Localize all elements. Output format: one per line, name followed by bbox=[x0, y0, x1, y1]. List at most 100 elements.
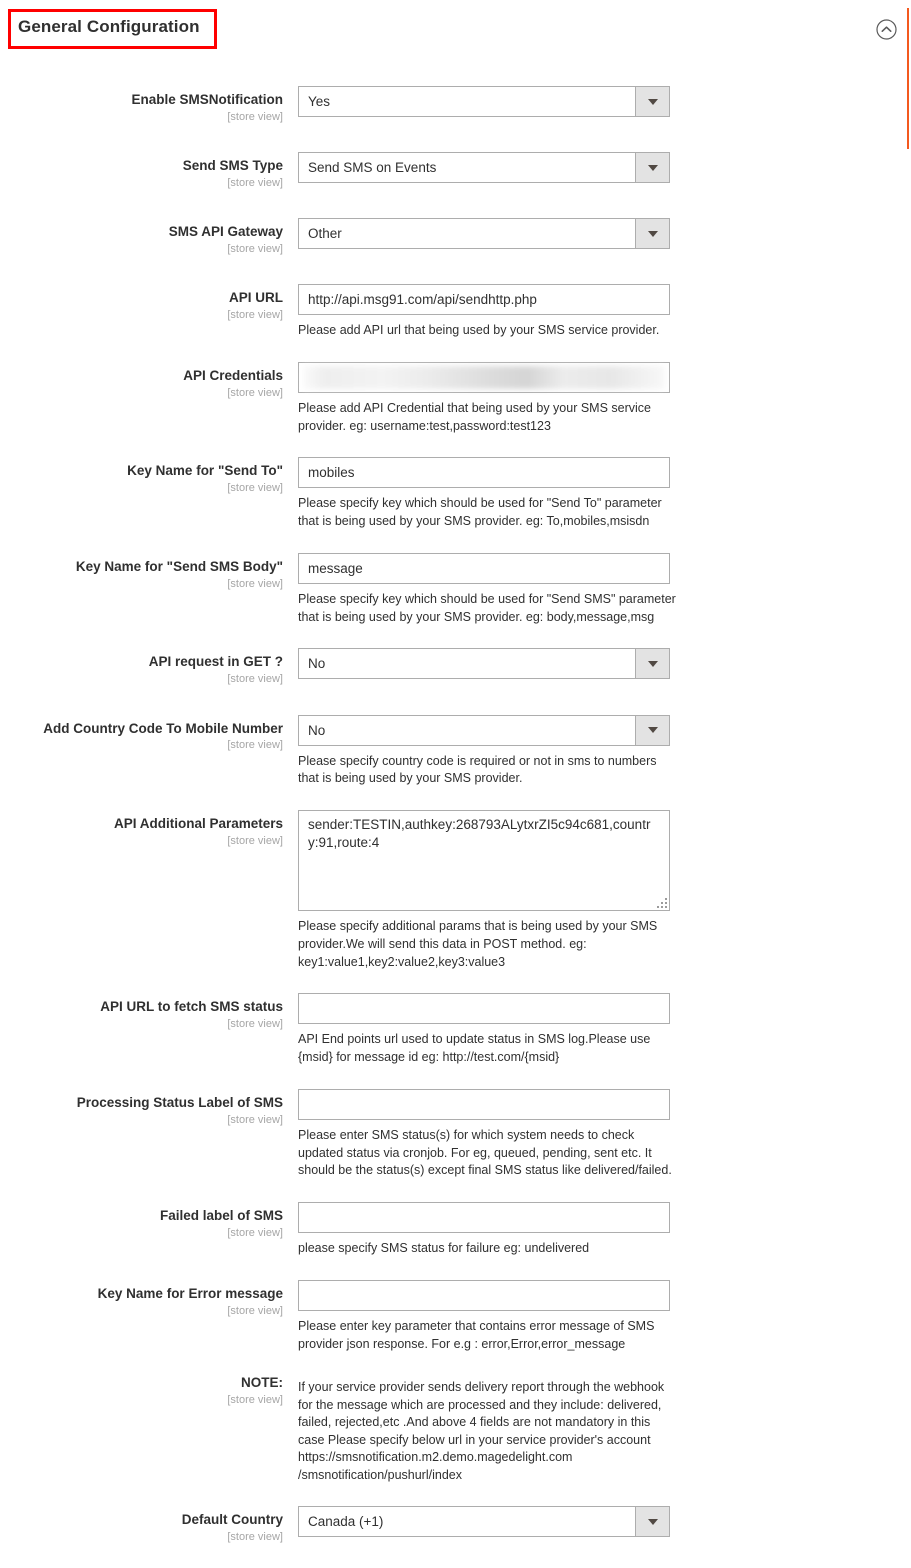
input-api-credentials[interactable] bbox=[298, 361, 670, 393]
field-label-sms-api-gateway: SMS API Gateway bbox=[168, 224, 283, 240]
input-processing-status-label-of-sms[interactable] bbox=[298, 1088, 670, 1120]
input-api-url-to-fetch-sms-status[interactable] bbox=[298, 993, 670, 1025]
scope-label-api-credentials: [store view] bbox=[227, 386, 283, 399]
textarea-api-additional-parameters[interactable]: sender:TESTIN,authkey:268793ALytxrZI5c94… bbox=[298, 810, 670, 911]
field-label-col-key-name-for-send-sms-body: Key Name for "Send SMS Body" [store view] bbox=[0, 549, 298, 591]
resize-handle-icon[interactable] bbox=[657, 898, 667, 908]
chevron-up-circle-icon[interactable] bbox=[876, 19, 897, 40]
input-failed-label-of-sms[interactable] bbox=[298, 1202, 670, 1233]
select-value-sms-api-gateway: Other bbox=[308, 226, 342, 242]
field-row-key-name-for-send-to: Key Name for "Send To" [store view] Please… bbox=[0, 453, 911, 531]
field-row-add-country-code-to-mobile-number: Add Country Code To Mobile Number [store … bbox=[0, 711, 911, 789]
field-control-col-add-country-code-to-mobile-number: No Please specify country code is require… bbox=[298, 711, 911, 789]
field-label-col-api-additional-parameters: API Additional Parameters [store view] bbox=[0, 806, 298, 848]
section-header[interactable]: General Configuration bbox=[0, 0, 911, 58]
scope-label-failed-label-of-sms: [store view] bbox=[227, 1226, 283, 1239]
select-api-request-in-get[interactable]: No bbox=[298, 648, 670, 680]
field-label-default-country: Default Country bbox=[181, 1512, 283, 1528]
field-hint-failed-label-of-sms: please specify SMS status for failure eg… bbox=[298, 1241, 590, 1255]
field-label-key-name-for-error-message: Key Name for Error message bbox=[97, 1285, 283, 1301]
chevron-down-icon[interactable] bbox=[635, 1507, 669, 1537]
chevron-down-icon[interactable] bbox=[635, 153, 669, 183]
field-row-api-credentials: API Credentials [store view] Please add AP… bbox=[0, 358, 911, 436]
scope-label-api-request-in-get: [store view] bbox=[227, 673, 283, 686]
field-label-enable-smsnotification: Enable SMSNotification bbox=[131, 92, 283, 107]
field-label-api-url: API URL bbox=[229, 290, 283, 306]
select-send-sms-type[interactable]: Send SMS on Events bbox=[298, 152, 670, 184]
field-hint-key-name-for-send-to: Please specify key which should be used … bbox=[298, 496, 662, 529]
scope-label-sms-api-gateway: [store view] bbox=[227, 243, 283, 255]
select-sms-api-gateway[interactable]: Other bbox=[298, 218, 670, 250]
scope-label-processing-status-label-of-sms: [store view] bbox=[227, 1113, 283, 1126]
select-default-country[interactable]: Canada (+1) bbox=[298, 1506, 670, 1538]
field-control-col-api-url: Please add API url that being used by yo… bbox=[298, 280, 911, 340]
select-enable-smsnotification[interactable]: Yes bbox=[298, 86, 670, 117]
scope-label-enable-smsnotification: [store view] bbox=[227, 110, 283, 123]
field-row-sms-api-gateway: SMS API Gateway [store view] Other bbox=[0, 214, 911, 256]
row-spacer bbox=[0, 971, 911, 989]
scope-label-key-name-for-send-sms-body: [store view] bbox=[227, 577, 283, 590]
field-label-key-name-for-send-to: Key Name for "Send To" bbox=[127, 463, 283, 479]
field-hint-key-name-for-error-message: Please enter key parameter that contains… bbox=[298, 1318, 655, 1351]
field-control-col-key-name-for-send-to: Please specify key which should be used … bbox=[298, 453, 911, 531]
field-control-col-enable-smsnotification: Yes bbox=[298, 82, 911, 117]
field-label-col-api-credentials: API Credentials [store view] bbox=[0, 358, 298, 400]
chevron-down-icon[interactable] bbox=[635, 219, 669, 249]
field-control-col-api-request-in-get: No bbox=[298, 644, 911, 680]
row-spacer bbox=[0, 1180, 911, 1198]
row-spacer bbox=[0, 626, 911, 644]
row-spacer bbox=[0, 124, 911, 148]
field-label-failed-label-of-sms: Failed label of SMS bbox=[159, 1208, 283, 1223]
field-row-key-name-for-error-message: Key Name for Error message [store view] Pl… bbox=[0, 1276, 911, 1354]
field-label-col-failed-label-of-sms: Failed label of SMS [store view] bbox=[0, 1198, 298, 1240]
chevron-down-icon[interactable] bbox=[635, 649, 669, 679]
field-label-note: NOTE: bbox=[241, 1375, 283, 1391]
input-field-api-credentials[interactable] bbox=[298, 361, 670, 393]
field-control-col-send-sms-type: Send SMS on Events bbox=[298, 148, 911, 184]
field-label-col-processing-status-label-of-sms: Processing Status Label of SMS [store vie… bbox=[0, 1085, 298, 1127]
select-value-send-sms-type: Send SMS on Events bbox=[308, 160, 437, 176]
field-label-col-send-sms-type: Send SMS Type [store view] bbox=[0, 148, 298, 190]
textarea-value-api-additional-parameters: sender:TESTIN,authkey:268793ALytxrZI5c94… bbox=[308, 817, 651, 851]
field-label-add-country-code-to-mobile-number: Add Country Code To Mobile Number bbox=[43, 720, 283, 736]
row-spacer bbox=[0, 256, 911, 280]
row-spacer bbox=[0, 788, 911, 806]
scope-label-key-name-for-send-to: [store view] bbox=[227, 482, 283, 495]
field-hint-processing-status-label-of-sms: Please enter SMS status(s) for which sys… bbox=[298, 1127, 672, 1178]
field-label-api-request-in-get: API request in GET ? bbox=[148, 654, 283, 670]
scope-label-note: [store view] bbox=[227, 1394, 283, 1407]
field-control-col-key-name-for-error-message: Please enter key parameter that contains… bbox=[298, 1276, 911, 1354]
field-label-api-credentials: API Credentials bbox=[183, 367, 283, 383]
input-api-url[interactable] bbox=[298, 284, 670, 316]
field-hint-api-credentials: Please add API Credential that being use… bbox=[298, 400, 651, 433]
field-label-processing-status-label-of-sms: Processing Status Label of SMS bbox=[76, 1094, 283, 1110]
page-title: General Configuration bbox=[18, 17, 200, 36]
chevron-down-icon[interactable] bbox=[635, 715, 669, 745]
select-add-country-code-to-mobile-number[interactable]: No bbox=[298, 714, 670, 746]
input-key-name-for-send-to[interactable] bbox=[298, 457, 670, 489]
scope-label-api-url-to-fetch-sms-status: [store view] bbox=[227, 1018, 283, 1031]
row-spacer bbox=[0, 340, 911, 358]
select-value-api-request-in-get: No bbox=[308, 656, 326, 672]
field-hint-key-name-for-send-sms-body: Please specify key which should be used … bbox=[298, 591, 676, 624]
field-control-col-key-name-for-send-sms-body: Please specify key which should be used … bbox=[298, 549, 911, 627]
field-label-col-enable-smsnotification: Enable SMSNotification [store view] bbox=[0, 82, 298, 124]
field-control-col-api-url-to-fetch-sms-status: API End points url used to update status… bbox=[298, 989, 911, 1067]
scope-label-api-url: [store view] bbox=[227, 309, 283, 322]
input-key-name-for-send-sms-body[interactable] bbox=[298, 552, 670, 584]
row-spacer bbox=[0, 687, 911, 711]
field-label-col-key-name-for-send-to: Key Name for "Send To" [store view] bbox=[0, 453, 298, 495]
row-spacer bbox=[0, 1544, 911, 1568]
field-row-api-additional-parameters: API Additional Parameters [store view] sen… bbox=[0, 806, 911, 971]
chevron-down-icon[interactable] bbox=[635, 87, 669, 116]
field-control-col-note: If your service provider sends delivery … bbox=[298, 1371, 911, 1484]
field-control-col-default-country: Canada (+1) bbox=[298, 1502, 911, 1538]
input-key-name-for-error-message[interactable] bbox=[298, 1279, 670, 1311]
field-row-api-url-to-fetch-sms-status: API URL to fetch SMS status [store view] A… bbox=[0, 989, 911, 1067]
select-value-default-country: Canada (+1) bbox=[308, 1514, 384, 1530]
field-row-api-request-in-get: API request in GET ? [store view] No bbox=[0, 644, 911, 686]
field-hint-add-country-code-to-mobile-number: Please specify country code is required … bbox=[298, 753, 657, 786]
field-row-note: NOTE: [store view] If your service provide… bbox=[0, 1371, 911, 1484]
field-hint-api-url: Please add API url that being used by yo… bbox=[298, 323, 660, 338]
field-row-api-url: API URL [store view] Please add API url th… bbox=[0, 280, 911, 340]
